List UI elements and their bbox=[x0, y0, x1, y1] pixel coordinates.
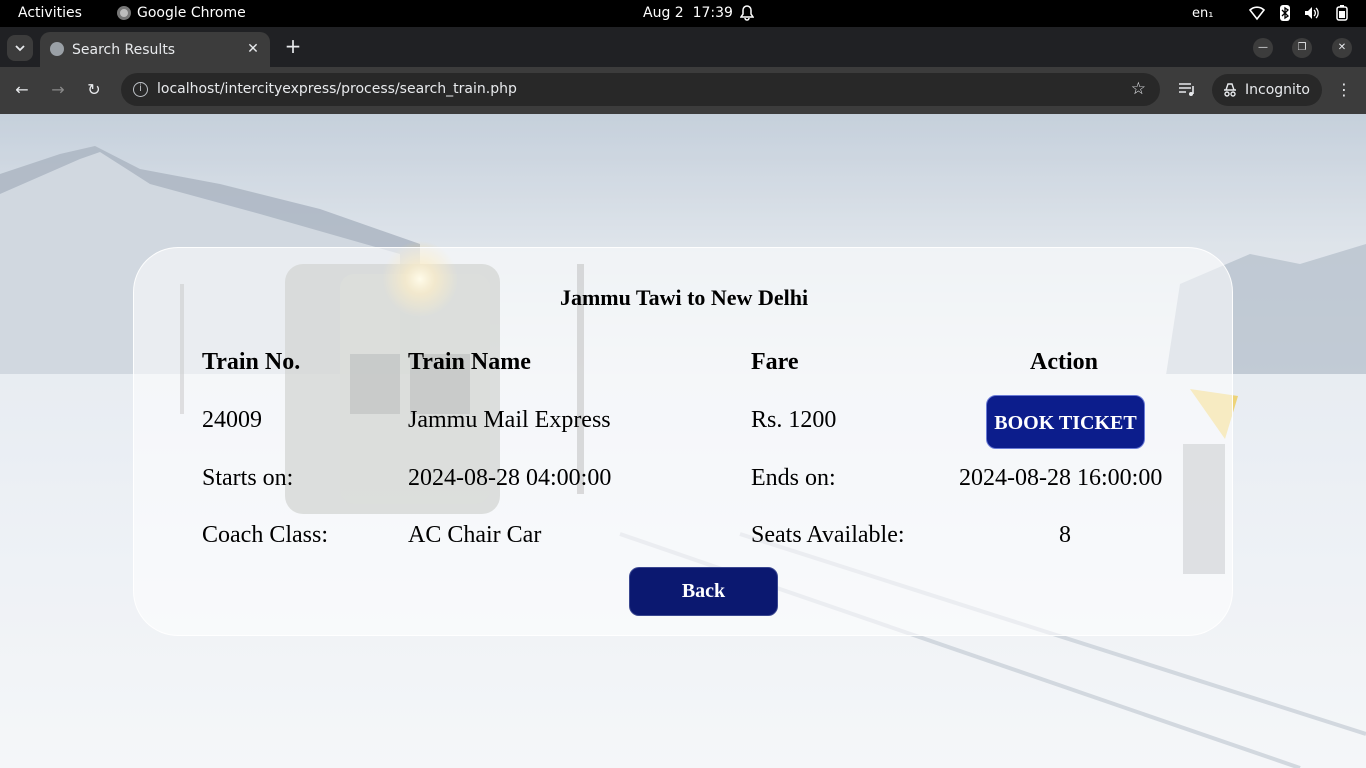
browser-menu-icon[interactable]: ⋮ bbox=[1336, 80, 1352, 100]
new-tab-button[interactable]: + bbox=[282, 35, 304, 57]
language-indicator[interactable]: en₁ bbox=[1192, 6, 1213, 21]
address-bar[interactable]: i localhost/intercityexpress/process/sea… bbox=[121, 73, 1160, 106]
volume-icon[interactable] bbox=[1304, 5, 1320, 21]
battery-icon[interactable] bbox=[1334, 5, 1350, 21]
bell-icon bbox=[740, 5, 754, 21]
system-top-bar: Activities Google Chrome Aug 2 17:39 en₁ bbox=[0, 0, 1366, 27]
maximize-button[interactable]: ❐ bbox=[1292, 38, 1312, 58]
bluetooth-icon[interactable] bbox=[1277, 5, 1293, 21]
seats-available-value: 8 bbox=[1059, 522, 1071, 548]
close-window-button[interactable]: ✕ bbox=[1332, 38, 1352, 58]
starts-on-label: Starts on: bbox=[202, 465, 294, 491]
activities-button[interactable]: Activities bbox=[18, 5, 82, 21]
forward-nav-button[interactable]: → bbox=[47, 79, 69, 101]
seats-available-label: Seats Available: bbox=[751, 522, 905, 548]
tab-strip: Search Results ✕ + — ❐ ✕ bbox=[0, 27, 1366, 67]
header-train-no: Train No. bbox=[202, 349, 301, 375]
back-button[interactable]: Back bbox=[629, 567, 778, 616]
time-text: 17:39 bbox=[692, 5, 733, 21]
globe-icon bbox=[50, 42, 64, 56]
ends-on-label: Ends on: bbox=[751, 465, 836, 491]
browser-toolbar: ← → ↻ i localhost/intercityexpress/proce… bbox=[0, 67, 1366, 114]
back-nav-button[interactable]: ← bbox=[11, 79, 33, 101]
starts-on-value: 2024-08-28 04:00:00 bbox=[408, 465, 612, 491]
chevron-down-icon bbox=[15, 44, 25, 51]
date-text: Aug 2 bbox=[643, 5, 684, 21]
reload-button[interactable]: ↻ bbox=[83, 79, 105, 101]
train-number: 24009 bbox=[202, 407, 262, 433]
media-controls-icon[interactable] bbox=[1178, 80, 1196, 98]
coach-class-value: AC Chair Car bbox=[408, 522, 542, 548]
url-text[interactable]: localhost/intercityexpress/process/searc… bbox=[157, 81, 517, 97]
book-ticket-button[interactable]: BOOK TICKET bbox=[986, 395, 1145, 449]
app-menu[interactable]: Google Chrome bbox=[117, 5, 246, 21]
train-result-card: Jammu Tawi to New Delhi Train No. Train … bbox=[133, 247, 1233, 636]
incognito-label: Incognito bbox=[1245, 82, 1310, 98]
site-info-icon[interactable]: i bbox=[133, 82, 148, 97]
bookmark-star-icon[interactable]: ☆ bbox=[1131, 79, 1146, 99]
route-title: Jammu Tawi to New Delhi bbox=[559, 285, 809, 310]
tab-search-button[interactable] bbox=[7, 35, 33, 61]
header-fare: Fare bbox=[751, 349, 799, 375]
page-viewport: Jammu Tawi to New Delhi Train No. Train … bbox=[0, 114, 1366, 768]
wifi-icon[interactable] bbox=[1249, 5, 1265, 21]
chrome-icon bbox=[117, 6, 131, 20]
train-name: Jammu Mail Express bbox=[408, 407, 611, 433]
tab-title: Search Results bbox=[72, 42, 176, 58]
tab-close-icon[interactable]: ✕ bbox=[244, 40, 262, 58]
incognito-indicator[interactable]: Incognito bbox=[1212, 74, 1322, 106]
header-train-name: Train Name bbox=[408, 349, 531, 375]
coach-class-label: Coach Class: bbox=[202, 522, 328, 548]
ends-on-value: 2024-08-28 16:00:00 bbox=[959, 465, 1163, 491]
app-name: Google Chrome bbox=[137, 5, 246, 21]
header-action: Action bbox=[1030, 349, 1098, 375]
tab-search-results[interactable]: Search Results ✕ bbox=[40, 32, 270, 67]
minimize-button[interactable]: — bbox=[1253, 38, 1273, 58]
clock[interactable]: Aug 2 17:39 bbox=[643, 5, 733, 21]
train-fare: Rs. 1200 bbox=[751, 407, 837, 433]
incognito-icon bbox=[1224, 83, 1236, 97]
